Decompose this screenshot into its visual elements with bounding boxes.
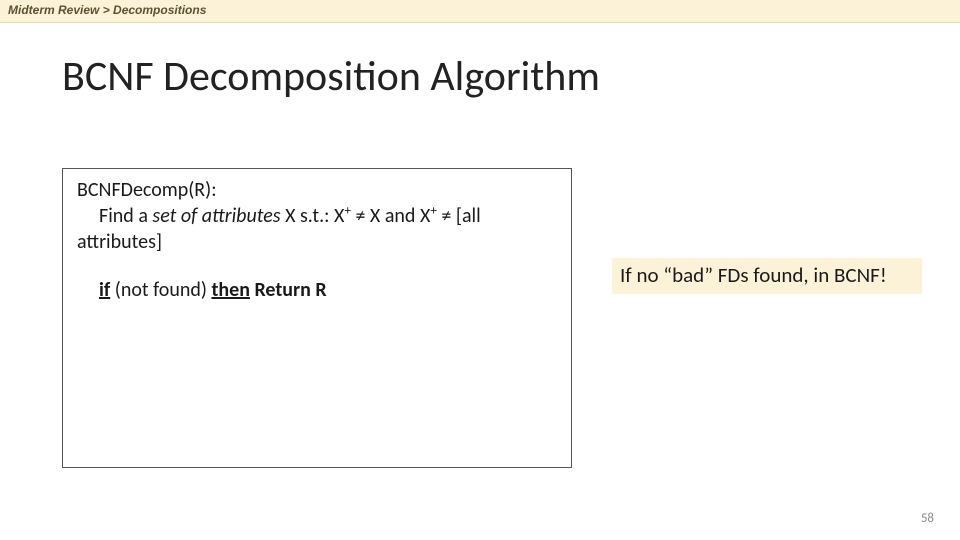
algo-header: BCNFDecomp(R): [77,177,557,203]
algorithm-box: BCNFDecomp(R): Find a set of attributes … [62,168,572,468]
algo-then-word: then [211,278,249,302]
breadcrumb: Midterm Review > Decompositions [0,0,960,23]
algo-if-line: if (not found) then Return R [77,277,557,303]
algo-find-suffix-b: ≠ X and X [351,204,430,228]
algo-return-phrase: Return R [250,278,327,302]
algo-find-prefix: Find a [99,204,152,228]
page-number: 58 [921,511,934,526]
algo-if-word: if [99,278,110,302]
side-note: If no “bad” FDs found, in BCNF! [612,258,922,294]
algo-find-suffix-a: X s.t.: X [281,204,345,228]
algo-if-mid: (not found) [110,278,211,302]
page-title: BCNF Decomposition Algorithm [62,51,960,102]
algo-find-line: Find a set of attributes X s.t.: X+ ≠ X … [77,203,557,255]
algo-find-ital: set of attributes [152,204,280,228]
